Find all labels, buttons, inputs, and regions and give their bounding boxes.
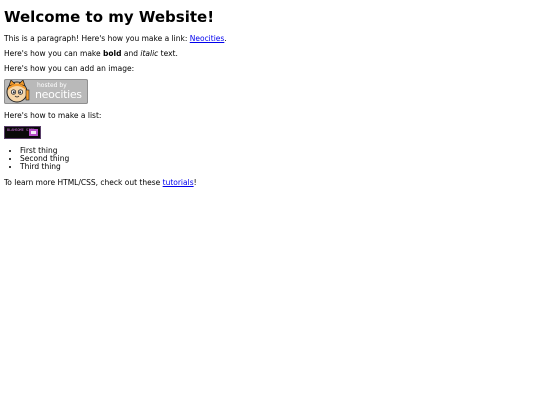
bold-text: bold — [103, 49, 122, 58]
tutorials-paragraph: To learn more HTML/CSS, check out these … — [4, 178, 197, 187]
intro-period: . — [224, 34, 227, 43]
pixel-site-button[interactable]: BLAHSOME SITE — [4, 126, 41, 139]
formatting-text: Here's how you can make — [4, 49, 103, 58]
tutorials-end: ! — [193, 178, 197, 187]
tutorials-text: To learn more HTML/CSS, check out these — [4, 178, 163, 187]
intro-paragraph: This is a paragraph! Here's how you make… — [4, 34, 227, 43]
formatting-and: and — [121, 49, 141, 58]
cat-mascot-icon — [6, 80, 30, 103]
italic-text: italic — [140, 49, 159, 58]
formatting-end: text. — [158, 49, 178, 58]
neocities-link[interactable]: Neocities — [190, 34, 225, 43]
intro-text: This is a paragraph! Here's how you make… — [4, 34, 190, 43]
formatting-paragraph: Here's how you can make bold and italic … — [4, 49, 178, 58]
list-item: Third thing — [20, 163, 69, 171]
things-list: First thing Second thing Third thing — [0, 147, 69, 171]
window-icon — [29, 129, 38, 136]
list-paragraph: Here's how to make a list: — [4, 111, 102, 120]
hosted-by-neocities-badge[interactable]: hosted by neocities — [4, 79, 88, 104]
tutorials-link[interactable]: tutorials — [163, 178, 194, 187]
image-paragraph: Here's how you can add an image: — [4, 64, 135, 73]
badge-big-text: neocities — [35, 88, 82, 101]
page-heading: Welcome to my Website! — [4, 8, 215, 26]
